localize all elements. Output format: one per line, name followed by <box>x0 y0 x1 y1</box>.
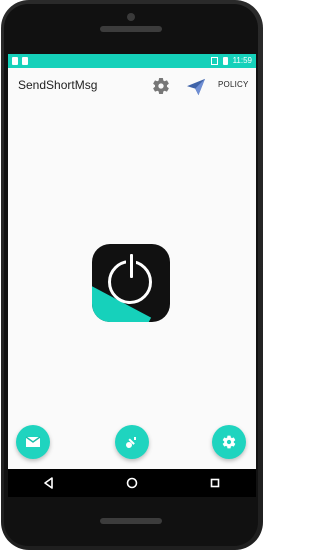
power-icon <box>92 244 170 322</box>
front-camera-icon <box>127 13 135 21</box>
phone-device: 11:59 SendShortMsg POLICY <box>0 0 264 550</box>
home-button[interactable] <box>121 472 143 494</box>
policy-button[interactable]: POLICY <box>218 80 249 89</box>
status-time: 11:59 <box>232 56 252 65</box>
status-left-icons <box>12 57 28 65</box>
home-circle-icon <box>126 477 138 489</box>
app-bar: SendShortMsg POLICY <box>8 68 256 104</box>
status-bar: 11:59 <box>8 54 256 68</box>
gear-icon <box>222 435 236 449</box>
gear-icon[interactable] <box>151 76 171 96</box>
bottom-speaker <box>100 518 162 524</box>
screen: 11:59 SendShortMsg POLICY <box>8 54 256 497</box>
recents-button[interactable] <box>204 472 226 494</box>
back-triangle-icon <box>44 477 54 489</box>
back-button[interactable] <box>38 472 60 494</box>
recents-square-icon <box>210 478 219 488</box>
notification-icon <box>22 57 28 65</box>
battery-icon <box>222 57 228 65</box>
mail-icon <box>25 436 41 447</box>
navigation-bar <box>8 469 256 497</box>
app-title: SendShortMsg <box>18 78 98 92</box>
mail-fab[interactable] <box>16 425 50 459</box>
top-speaker <box>100 26 162 32</box>
key-icon <box>126 437 136 448</box>
key-fab[interactable] <box>115 425 149 459</box>
status-right-icons: 11:59 <box>210 54 252 68</box>
paper-plane-icon[interactable] <box>186 78 206 96</box>
power-line <box>130 254 133 278</box>
settings-fab[interactable] <box>212 425 246 459</box>
vibrate-icon <box>210 57 218 65</box>
sim-card-icon <box>12 57 18 65</box>
power-button[interactable] <box>92 244 170 322</box>
